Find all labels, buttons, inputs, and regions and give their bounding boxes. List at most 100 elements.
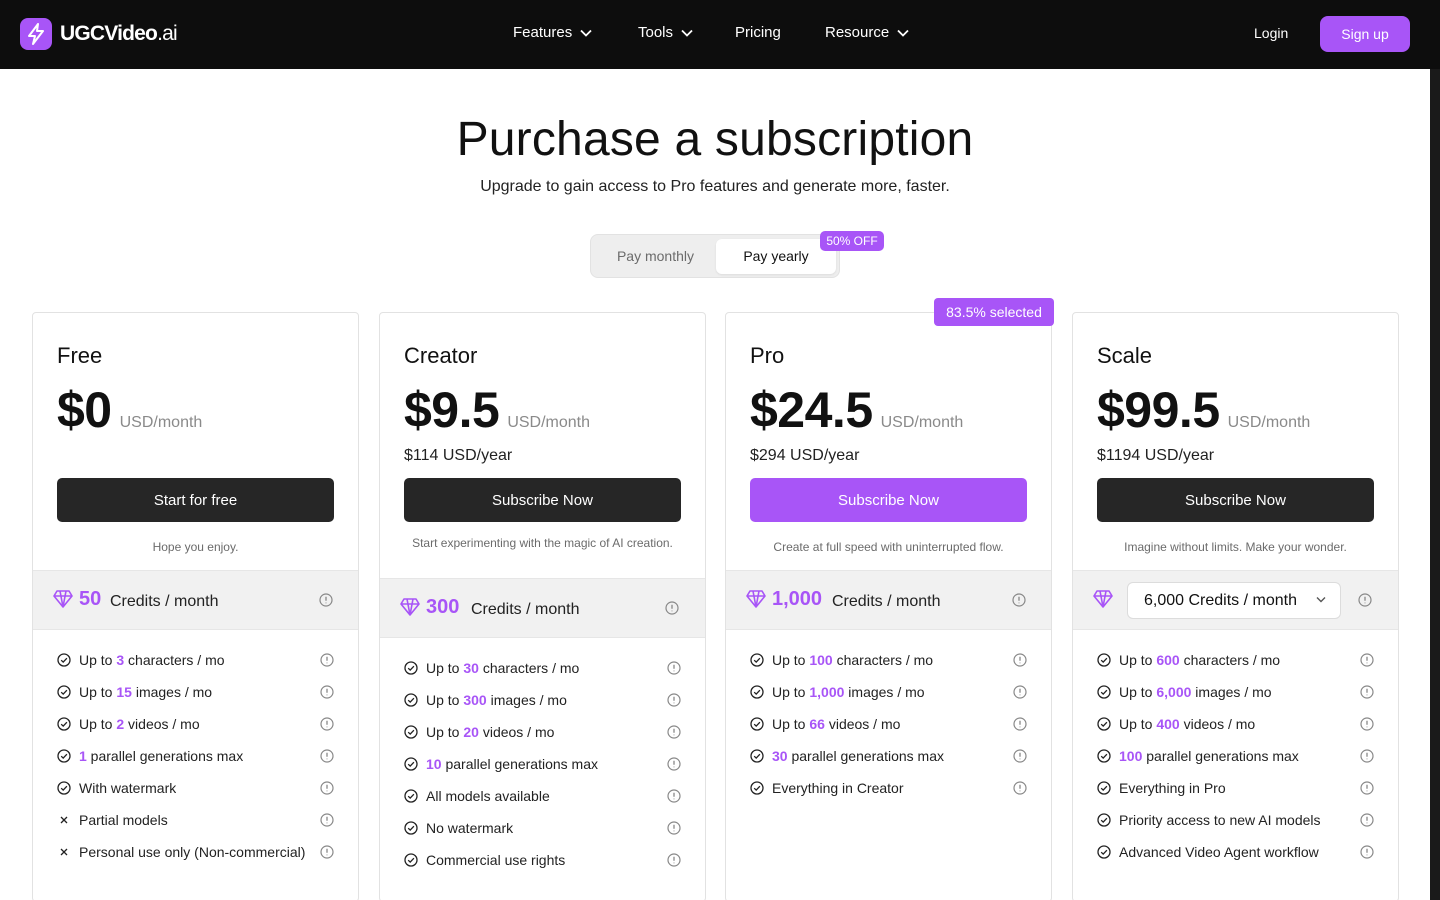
info-icon[interactable] [667,789,681,803]
info-icon[interactable] [667,853,681,867]
feature-item: Advanced Video Agent workflow [1097,836,1374,868]
nav-pricing[interactable]: Pricing [735,24,781,41]
feature-item: Up to 100 characters / mo [750,644,1027,676]
info-icon[interactable] [667,661,681,675]
feature-item: Priority access to new AI models [1097,804,1374,836]
brand-logo[interactable]: UGCVideo.ai [20,18,178,50]
nav-resource[interactable]: Resource [825,24,909,41]
feature-text: Up to 30 characters / mo [426,660,579,676]
start-for-free-button[interactable]: Start for free [57,478,334,522]
login-link[interactable]: Login [1254,25,1288,41]
main-nav: Features Tools Pricing Resource [0,0,1440,69]
diamond-icon [746,590,766,608]
info-icon[interactable] [1360,813,1374,827]
subscribe-scale-button[interactable]: Subscribe Now [1097,478,1374,522]
info-icon[interactable] [1013,685,1027,699]
info-icon[interactable] [1012,593,1026,607]
check-circle-icon [57,749,71,763]
subscribe-creator-button[interactable]: Subscribe Now [404,478,681,522]
feature-highlight: 300 [463,692,487,708]
feature-text: No watermark [426,820,513,836]
feature-highlight: 600 [1156,652,1180,668]
feature-text: Partial models [79,812,168,828]
feature-text: 10 parallel generations max [426,756,598,772]
feature-item: Everything in Creator [750,772,1027,804]
check-circle-icon [404,725,418,739]
info-icon[interactable] [320,845,334,859]
signup-button[interactable]: Sign up [1320,16,1410,52]
info-icon[interactable] [1360,653,1374,667]
feature-text-suffix: parallel generations max [441,756,598,772]
page-scrollbar[interactable] [1430,69,1440,900]
feature-item: 10 parallel generations max [404,748,681,780]
feature-text-prefix: Up to [426,692,464,708]
subscribe-pro-button[interactable]: Subscribe Now [750,478,1027,522]
info-icon[interactable] [1360,685,1374,699]
feature-text-prefix: Everything in Creator [772,780,904,796]
pay-yearly-option[interactable]: Pay yearly [716,239,836,274]
feature-text-suffix: images / mo [486,692,567,708]
feature-item: 1 parallel generations max [57,740,334,772]
feature-text-suffix: images / mo [844,684,925,700]
info-icon[interactable] [667,693,681,707]
feature-text-prefix: Personal use only (Non-commercial) [79,844,306,860]
info-icon[interactable] [667,821,681,835]
credits-select-value: 6,000 Credits / month [1144,592,1297,609]
info-icon[interactable] [320,813,334,827]
feature-list: Up to 600 characters / mo Up to 6,000 ima… [1097,644,1374,868]
info-icon[interactable] [1360,717,1374,731]
info-icon[interactable] [667,757,681,771]
info-icon[interactable] [1358,593,1372,607]
plan-price: $0 [57,382,112,438]
feature-text: Up to 300 images / mo [426,692,567,708]
info-icon[interactable] [320,685,334,699]
info-icon[interactable] [319,593,333,607]
info-icon[interactable] [320,717,334,731]
feature-text: Up to 100 characters / mo [772,652,933,668]
feature-item: Up to 600 characters / mo [1097,644,1374,676]
plan-card-pro: Pro $24.5 USD/month $294 USD/year Subscr… [725,312,1052,900]
feature-text: Commercial use rights [426,852,565,868]
billing-toggle: Pay monthly Pay yearly [590,234,840,278]
info-icon[interactable] [1360,845,1374,859]
feature-text-suffix: characters / mo [832,652,934,668]
lightning-bolt-icon [20,18,52,50]
feature-highlight: 10 [426,756,442,772]
check-circle-icon [750,781,764,795]
feature-item: Up to 2 videos / mo [57,708,334,740]
feature-highlight: 1 [79,748,87,764]
info-icon[interactable] [320,749,334,763]
feature-text-prefix: Up to [79,652,117,668]
feature-text-prefix: Commercial use rights [426,852,566,868]
nav-features[interactable]: Features [513,24,592,41]
feature-item: All models available [404,780,681,812]
feature-text: 1 parallel generations max [79,748,243,764]
feature-item: Up to 20 videos / mo [404,716,681,748]
info-icon[interactable] [1013,781,1027,795]
info-icon[interactable] [1013,749,1027,763]
page-subtitle: Upgrade to gain access to Pro features a… [480,178,950,195]
info-icon[interactable] [320,653,334,667]
feature-text: Up to 3 characters / mo [79,652,225,668]
feature-text: All models available [426,788,550,804]
info-icon[interactable] [665,601,679,615]
feature-text-prefix: Up to [772,716,810,732]
info-icon[interactable] [1360,781,1374,795]
info-icon[interactable] [1013,653,1027,667]
credits-band: 50 Credits / month [33,570,358,630]
info-icon[interactable] [1360,749,1374,763]
feature-text-prefix: No watermark [426,820,514,836]
check-circle-icon [57,781,71,795]
info-icon[interactable] [320,781,334,795]
info-icon[interactable] [667,725,681,739]
feature-text-prefix: Up to [772,684,810,700]
price-row: $24.5 USD/month [750,381,963,439]
nav-tools[interactable]: Tools [638,24,693,41]
feature-text: Up to 600 characters / mo [1119,652,1280,668]
diamond-icon [1093,590,1113,608]
credits-select[interactable]: 6,000 Credits / month [1127,582,1341,619]
info-icon[interactable] [1013,717,1027,731]
feature-text-prefix: Partial models [79,812,168,828]
pay-monthly-option[interactable]: Pay monthly [595,239,716,274]
credits-band: 300 Credits / month [380,578,705,638]
